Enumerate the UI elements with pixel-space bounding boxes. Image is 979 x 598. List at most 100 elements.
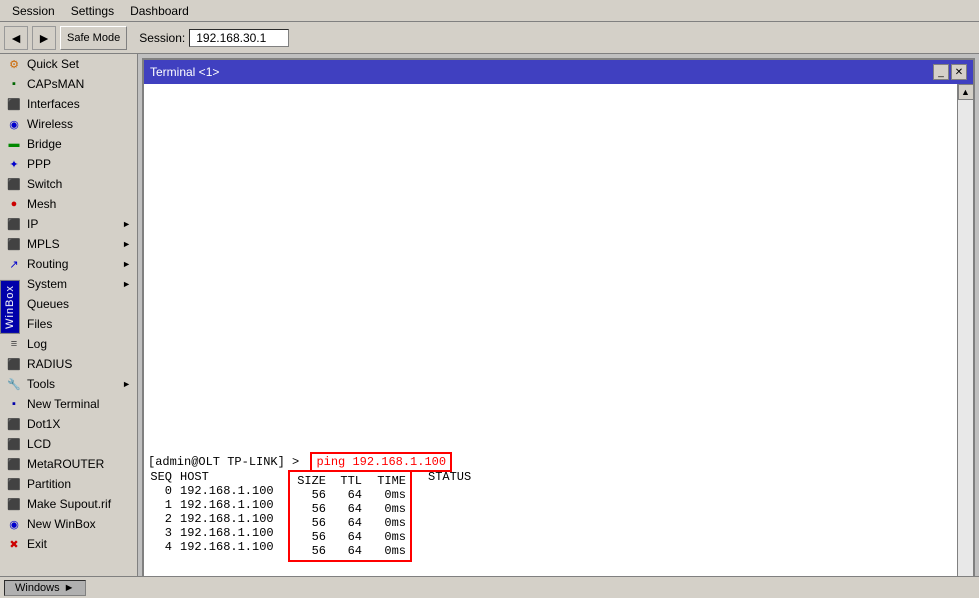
terminal-controls: _ ✕ bbox=[933, 64, 967, 80]
ping-row: 0 192.168.1.100 bbox=[148, 484, 280, 498]
sidebar-icon-quick-set: ⚙ bbox=[6, 56, 22, 72]
sidebar-label-new-terminal: New Terminal bbox=[27, 397, 99, 411]
sidebar-label-log: Log bbox=[27, 337, 47, 351]
header-host: HOST bbox=[180, 470, 280, 484]
cmd-input[interactable]: ping 192.168.1.100 bbox=[310, 452, 452, 472]
windows-arrow: ► bbox=[64, 582, 75, 594]
sidebar-item-switch[interactable]: ⬛ Switch bbox=[0, 174, 137, 194]
ping-right-row: 56 64 0ms bbox=[294, 544, 406, 558]
header-seq: SEQ bbox=[148, 470, 172, 484]
scrollbar-track[interactable] bbox=[958, 100, 973, 576]
sidebar-label-switch: Switch bbox=[27, 177, 62, 191]
sidebar-icon-new-winbox: ◉ bbox=[6, 516, 22, 532]
sidebar-icon-partition: ⬛ bbox=[6, 476, 22, 492]
sidebar-arrow-mpls: ► bbox=[122, 239, 131, 249]
sidebar-icon-ip: ⬛ bbox=[6, 216, 22, 232]
sidebar-label-partition: Partition bbox=[27, 477, 71, 491]
forward-button[interactable]: ► bbox=[32, 26, 56, 50]
sidebar-icon-make-supout: ⬛ bbox=[6, 496, 22, 512]
terminal-scrollbar[interactable]: ▲ ▼ bbox=[957, 84, 973, 592]
ping-right-row: 56 64 0ms bbox=[294, 502, 406, 516]
sidebar-item-exit[interactable]: ✖ Exit bbox=[0, 534, 137, 554]
sidebar-label-dot1x: Dot1X bbox=[27, 417, 60, 431]
ping-status-header: STATUS bbox=[428, 470, 488, 484]
ping-header: SEQ HOST bbox=[148, 470, 280, 484]
menu-dashboard[interactable]: Dashboard bbox=[122, 2, 197, 20]
ping-row: 1 192.168.1.100 bbox=[148, 498, 280, 512]
ping-table-container: SEQ HOST 0 192.168.1.100 1 192.168.1.100… bbox=[148, 470, 488, 562]
sidebar-item-tools[interactable]: 🔧 Tools ► bbox=[0, 374, 137, 394]
back-button[interactable]: ◄ bbox=[4, 26, 28, 50]
cmd-line: [admin@OLT TP-LINK] > ping 192.168.1.100 bbox=[148, 452, 452, 472]
sidebar-label-mesh: Mesh bbox=[27, 197, 56, 211]
safemode-button[interactable]: Safe Mode bbox=[60, 26, 127, 50]
ping-right-row: 56 64 0ms bbox=[294, 530, 406, 544]
sidebar-item-capsman[interactable]: ▪ CAPsMAN bbox=[0, 74, 137, 94]
ping-rows-left: 0 192.168.1.100 1 192.168.1.100 2 192.16… bbox=[148, 484, 280, 554]
sidebar-item-wireless[interactable]: ◉ Wireless bbox=[0, 114, 137, 134]
sidebar-arrow-system: ► bbox=[122, 279, 131, 289]
sidebar-item-quick-set[interactable]: ⚙ Quick Set bbox=[0, 54, 137, 74]
sidebar-label-bridge: Bridge bbox=[27, 137, 62, 151]
sidebar-item-mpls[interactable]: ⬛ MPLS ► bbox=[0, 234, 137, 254]
sidebar-item-queues[interactable]: ⬛ Queues bbox=[0, 294, 137, 314]
sidebar-label-interfaces: Interfaces bbox=[27, 97, 80, 111]
sidebar-icon-exit: ✖ bbox=[6, 536, 22, 552]
sidebar-item-files[interactable]: 📁 Files bbox=[0, 314, 137, 334]
sidebar-icon-new-terminal: ▪ bbox=[6, 396, 22, 412]
windows-label: Windows bbox=[15, 582, 60, 594]
sidebar-icon-bridge: ▬ bbox=[6, 136, 22, 152]
sidebar-label-new-winbox: New WinBox bbox=[27, 517, 96, 531]
scrollbar-up[interactable]: ▲ bbox=[958, 84, 974, 100]
sidebar-item-routing[interactable]: ↗ Routing ► bbox=[0, 254, 137, 274]
sidebar-icon-tools: 🔧 bbox=[6, 376, 22, 392]
ping-row: 3 192.168.1.100 bbox=[148, 526, 280, 540]
sidebar-item-log[interactable]: ≡ Log bbox=[0, 334, 137, 354]
menu-session[interactable]: Session bbox=[4, 2, 63, 20]
sidebar-item-bridge[interactable]: ▬ Bridge bbox=[0, 134, 137, 154]
sidebar-label-mpls: MPLS bbox=[27, 237, 60, 251]
terminal-titlebar: Terminal <1> _ ✕ bbox=[144, 60, 973, 84]
sidebar-item-system[interactable]: ⚙ System ► bbox=[0, 274, 137, 294]
sidebar-item-lcd[interactable]: ⬛ LCD bbox=[0, 434, 137, 454]
sidebar-item-metarouter[interactable]: ⬛ MetaROUTER bbox=[0, 454, 137, 474]
main-layout: ⚙ Quick Set ▪ CAPsMAN ⬛ Interfaces ◉ Wir… bbox=[0, 54, 979, 598]
sidebar-icon-ppp: ✦ bbox=[6, 156, 22, 172]
sidebar-item-ip[interactable]: ⬛ IP ► bbox=[0, 214, 137, 234]
ping-row: 4 192.168.1.100 bbox=[148, 540, 280, 554]
sidebar-item-make-supout[interactable]: ⬛ Make Supout.rif bbox=[0, 494, 137, 514]
header-time: TIME bbox=[370, 474, 406, 488]
ping-right-header: SIZE TTL TIME bbox=[294, 474, 406, 488]
sidebar-icon-mpls: ⬛ bbox=[6, 236, 22, 252]
cmd-arrow bbox=[303, 455, 310, 469]
sidebar-item-new-terminal[interactable]: ▪ New Terminal bbox=[0, 394, 137, 414]
header-status: STATUS bbox=[428, 470, 488, 484]
sidebar-label-wireless: Wireless bbox=[27, 117, 73, 131]
sidebar-item-radius[interactable]: ⬛ RADIUS bbox=[0, 354, 137, 374]
ping-right-cols: SIZE TTL TIME 56 64 0ms 56 64 0ms 56 64 … bbox=[288, 470, 412, 562]
sidebar-label-routing: Routing bbox=[27, 257, 68, 271]
menu-settings[interactable]: Settings bbox=[63, 2, 122, 20]
sidebar-icon-lcd: ⬛ bbox=[6, 436, 22, 452]
terminal-content[interactable]: [admin@OLT TP-LINK] > ping 192.168.1.100… bbox=[144, 84, 957, 592]
sidebar-label-metarouter: MetaROUTER bbox=[27, 457, 104, 471]
sidebar-item-dot1x[interactable]: ⬛ Dot1X bbox=[0, 414, 137, 434]
sidebar-icon-log: ≡ bbox=[6, 336, 22, 352]
ping-right-row: 56 64 0ms bbox=[294, 516, 406, 530]
sidebar-item-ppp[interactable]: ✦ PPP bbox=[0, 154, 137, 174]
sidebar-item-interfaces[interactable]: ⬛ Interfaces bbox=[0, 94, 137, 114]
cmd-prompt: [admin@OLT TP-LINK] > bbox=[148, 455, 299, 469]
sidebar-label-radius: RADIUS bbox=[27, 357, 72, 371]
toolbar: ◄ ► Safe Mode Session: 192.168.30.1 bbox=[0, 22, 979, 54]
sidebar-item-partition[interactable]: ⬛ Partition bbox=[0, 474, 137, 494]
terminal-body[interactable]: [admin@OLT TP-LINK] > ping 192.168.1.100… bbox=[144, 84, 973, 592]
terminal-close-button[interactable]: ✕ bbox=[951, 64, 967, 80]
sidebar-item-mesh[interactable]: ● Mesh bbox=[0, 194, 137, 214]
sidebar-label-files: Files bbox=[27, 317, 52, 331]
sidebar-icon-metarouter: ⬛ bbox=[6, 456, 22, 472]
terminal-minimize-button[interactable]: _ bbox=[933, 64, 949, 80]
sidebar-arrow-ip: ► bbox=[122, 219, 131, 229]
windows-taskbar-item[interactable]: Windows ► bbox=[4, 580, 86, 596]
session-label: Session: 192.168.30.1 bbox=[139, 29, 289, 47]
sidebar-item-new-winbox[interactable]: ◉ New WinBox bbox=[0, 514, 137, 534]
